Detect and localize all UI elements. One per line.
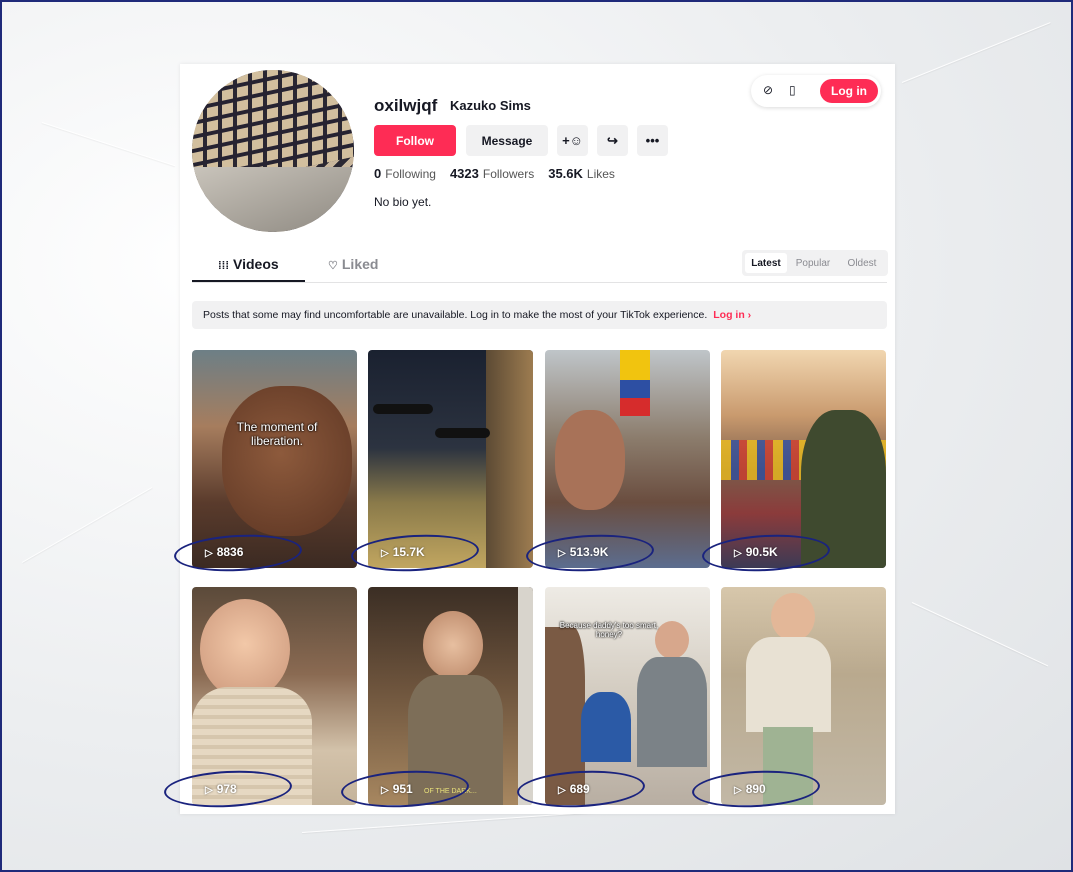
share-button[interactable]: ↪	[597, 125, 628, 156]
share-icon: ↪	[607, 132, 618, 148]
compass-icon[interactable]: ⊘	[763, 83, 773, 97]
top-right-controls: ⊘ ▯ Log in	[751, 75, 881, 107]
likes-stat: 35.6K Likes	[548, 166, 615, 181]
profile-stats: 0 Following 4323 Followers 35.6K Likes	[374, 166, 615, 181]
sort-toggle: Latest Popular Oldest	[742, 250, 888, 276]
sort-latest[interactable]: Latest	[745, 253, 787, 273]
following-stat[interactable]: 0 Following	[374, 166, 436, 181]
login-button[interactable]: Log in	[820, 79, 878, 103]
nickname: Kazuko Sims	[450, 98, 531, 113]
heart-lock-icon: ♡	[328, 260, 338, 272]
tiktok-profile-page: oxilwjqf Kazuko Sims Follow Message +☺ ↪…	[180, 64, 895, 814]
bio: No bio yet.	[374, 195, 432, 209]
person-plus-icon: +☺	[562, 133, 583, 148]
follow-button[interactable]: Follow	[374, 125, 456, 156]
add-friend-button[interactable]: +☺	[557, 125, 588, 156]
video-thumbnail[interactable]: The moment of liberation. ▷ 8836	[192, 350, 357, 568]
video-thumbnail[interactable]: ▷ 513.9K	[545, 350, 710, 568]
video-thumbnail[interactable]: ▷ 90.5K	[721, 350, 886, 568]
grid-icon: ⁞⁞⁞	[218, 260, 229, 272]
tab-liked[interactable]: ♡ Liked	[328, 256, 378, 272]
more-button[interactable]: •••	[637, 125, 668, 156]
notice-login-link[interactable]: Log in ›	[713, 309, 751, 321]
video-caption: The moment of liberation.	[236, 420, 318, 448]
tab-videos[interactable]: ⁞⁞⁞ Videos	[218, 256, 279, 272]
message-button[interactable]: Message	[466, 125, 548, 156]
followers-stat[interactable]: 4323 Followers	[450, 166, 534, 181]
mobile-icon[interactable]: ▯	[789, 83, 796, 97]
sort-oldest[interactable]: Oldest	[839, 253, 885, 273]
paper-background: oxilwjqf Kazuko Sims Follow Message +☺ ↪…	[0, 0, 1073, 872]
more-dots-icon: •••	[645, 133, 660, 148]
username: oxilwjqf	[374, 96, 438, 115]
notice-text: Posts that some may find uncomfortable a…	[203, 309, 708, 321]
video-caption: Because daddy's too smart, honey?	[559, 621, 659, 639]
content-notice: Posts that some may find uncomfortable a…	[192, 301, 887, 329]
tab-underline	[192, 280, 305, 282]
avatar[interactable]	[192, 70, 354, 232]
sort-popular[interactable]: Popular	[789, 253, 837, 273]
